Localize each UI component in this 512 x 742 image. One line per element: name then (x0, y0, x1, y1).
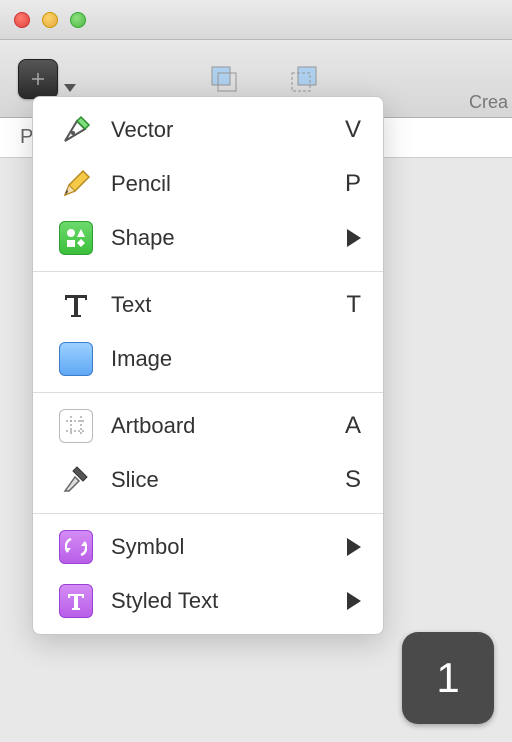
menu-item-label: Artboard (111, 413, 345, 439)
ungroup-tool-icon[interactable] (284, 59, 324, 99)
text-icon (57, 286, 95, 324)
menu-item-shortcut: S (345, 466, 361, 494)
menu-item-label: Image (111, 346, 361, 372)
image-icon (57, 340, 95, 378)
submenu-arrow-icon (347, 538, 361, 556)
menu-item-slice[interactable]: Slice S (33, 453, 383, 507)
menu-separator (33, 271, 383, 272)
menu-item-shortcut: V (345, 116, 361, 144)
menu-item-label: Slice (111, 467, 345, 493)
submenu-arrow-icon (347, 592, 361, 610)
insert-button[interactable] (18, 59, 58, 99)
pen-nib-icon (57, 111, 95, 149)
symbol-icon (57, 528, 95, 566)
toolbar-label-truncated: Crea (469, 92, 508, 113)
group-tool-icon[interactable] (204, 59, 244, 99)
menu-separator (33, 513, 383, 514)
insert-dropdown-menu: Vector V Pencil P Shape Text T Image (32, 96, 384, 635)
step-badge: 1 (402, 632, 494, 724)
window-close-button[interactable] (14, 12, 30, 28)
menu-item-image[interactable]: Image (33, 332, 383, 386)
menu-item-label: Styled Text (111, 588, 347, 614)
menu-item-label: Shape (111, 225, 347, 251)
menu-item-pencil[interactable]: Pencil P (33, 157, 383, 211)
menu-item-text[interactable]: Text T (33, 278, 383, 332)
insert-dropdown-caret-icon[interactable] (64, 84, 76, 92)
menu-item-styled-text[interactable]: Styled Text (33, 574, 383, 628)
menu-item-label: Text (111, 292, 346, 318)
window-zoom-button[interactable] (70, 12, 86, 28)
menu-item-artboard[interactable]: Artboard A (33, 399, 383, 453)
menu-item-symbol[interactable]: Symbol (33, 520, 383, 574)
pencil-icon (57, 165, 95, 203)
styled-text-icon (57, 582, 95, 620)
scalpel-icon (57, 461, 95, 499)
menu-item-label: Symbol (111, 534, 347, 560)
plus-icon (29, 70, 47, 88)
menu-item-shortcut: T (346, 291, 361, 319)
window-minimize-button[interactable] (42, 12, 58, 28)
menu-item-shortcut: A (345, 412, 361, 440)
artboard-icon (57, 407, 95, 445)
menu-item-shortcut: P (345, 170, 361, 198)
menu-item-label: Vector (111, 117, 345, 143)
submenu-arrow-icon (347, 229, 361, 247)
step-badge-number: 1 (436, 654, 459, 702)
shapes-icon (57, 219, 95, 257)
menu-item-label: Pencil (111, 171, 345, 197)
menu-item-vector[interactable]: Vector V (33, 103, 383, 157)
window-titlebar (0, 0, 512, 40)
menu-separator (33, 392, 383, 393)
menu-item-shape[interactable]: Shape (33, 211, 383, 265)
